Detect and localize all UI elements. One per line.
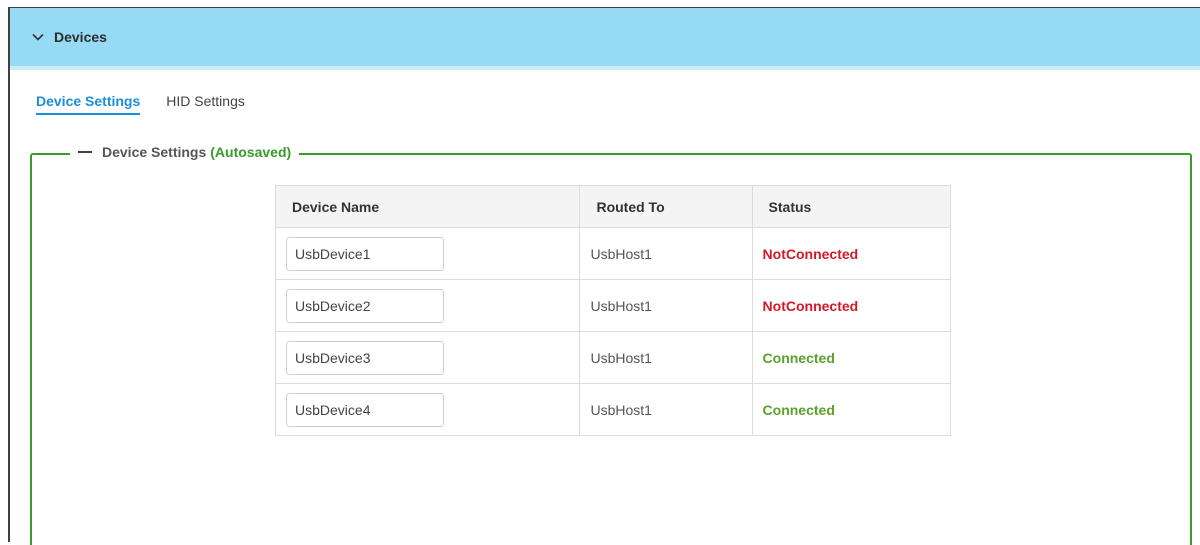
status-cell: NotConnected (751, 227, 952, 280)
column-header-routed-to: Routed To (579, 185, 753, 228)
column-header-status: Status (751, 185, 952, 228)
collapse-dash-icon[interactable] (78, 151, 92, 153)
devices-panel: Devices Device Settings HID Settings Dev… (8, 7, 1200, 545)
column-header-device-name: Device Name (274, 185, 581, 228)
device-name-cell (274, 279, 581, 332)
device-name-input[interactable] (286, 236, 444, 271)
device-name-cell (274, 383, 581, 436)
tab-bar: Device Settings HID Settings (36, 93, 245, 115)
table-row: UsbHost1 NotConnected (274, 227, 952, 280)
section-title: Device Settings (102, 144, 207, 160)
devices-table: Device Name Routed To Status UsbHost1 No… (274, 185, 952, 436)
chevron-down-icon[interactable] (30, 29, 46, 45)
routed-to-cell: UsbHost1 (579, 227, 753, 280)
table-row: UsbHost1 Connected (274, 331, 952, 384)
devices-accordion-header[interactable]: Devices (10, 8, 1200, 70)
panel-title: Devices (54, 29, 107, 45)
routed-to-cell: UsbHost1 (579, 279, 753, 332)
device-name-input[interactable] (286, 340, 444, 375)
table-row: UsbHost1 NotConnected (274, 279, 952, 332)
status-cell: NotConnected (751, 279, 952, 332)
table-header-row: Device Name Routed To Status (274, 185, 952, 228)
status-cell: Connected (751, 383, 952, 436)
device-name-input[interactable] (286, 392, 444, 427)
tab-device-settings[interactable]: Device Settings (36, 93, 141, 115)
table-row: UsbHost1 Connected (274, 383, 952, 436)
tab-hid-settings[interactable]: HID Settings (166, 93, 245, 115)
autosaved-label: (Autosaved) (210, 144, 292, 160)
section-legend: Device Settings (Autosaved) (70, 144, 300, 160)
routed-to-cell: UsbHost1 (579, 331, 753, 384)
device-name-cell (274, 227, 581, 280)
device-name-input[interactable] (286, 288, 444, 323)
routed-to-cell: UsbHost1 (579, 383, 753, 436)
status-cell: Connected (751, 331, 952, 384)
device-settings-section: Device Settings (Autosaved) Device Name … (30, 144, 1192, 545)
device-name-cell (274, 331, 581, 384)
